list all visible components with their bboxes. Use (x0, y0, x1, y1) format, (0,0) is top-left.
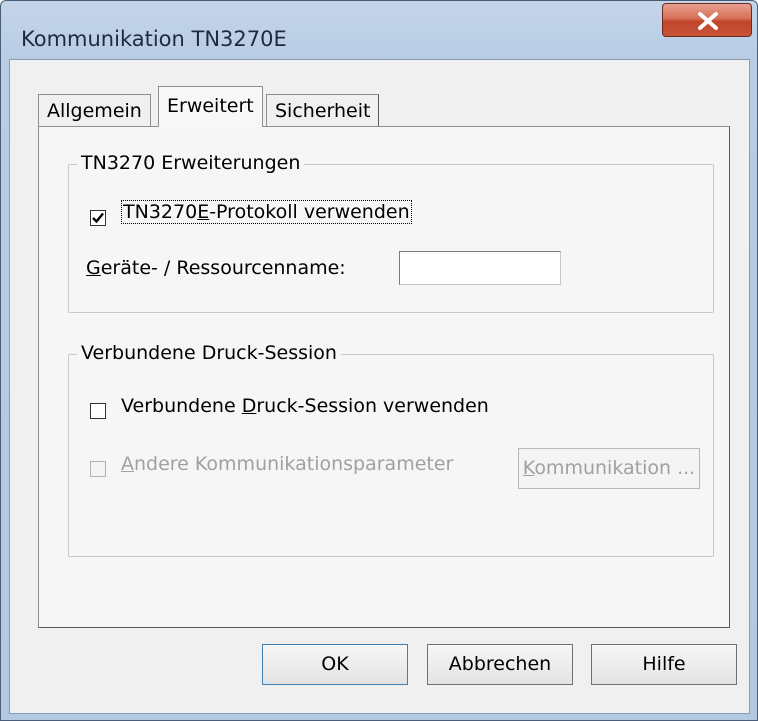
group-print-session: Verbundene Druck-Session Verbundene Druc… (68, 342, 714, 557)
tab-allgemein[interactable]: Allgemein (38, 94, 151, 126)
use-print-session-checkbox[interactable] (90, 403, 106, 419)
other-params-label-post: ndere Kommunikationsparameter (134, 453, 454, 475)
other-comm-params-checkbox[interactable] (90, 461, 106, 477)
focus-rectangle: TN3270E-Protokoll verwenden (121, 200, 412, 224)
help-button[interactable]: Hilfe (591, 644, 737, 685)
dialog-window: Kommunikation TN3270E Allgemein Erweiter… (0, 0, 758, 721)
window-title: Kommunikation TN3270E (21, 27, 287, 51)
group-tn3270-extensions-legend: TN3270 Erweiterungen (77, 152, 305, 174)
resource-label-post: eräte- / Ressourcenname: (100, 257, 346, 279)
resource-name-input[interactable] (399, 251, 561, 285)
use-print-session-label[interactable]: Verbundene Druck-Session verwenden (121, 395, 489, 417)
close-button[interactable] (662, 3, 752, 37)
group-tn3270-extensions: TN3270 Erweiterungen TN3270E-Protokoll v… (68, 152, 714, 313)
checkmark-icon (92, 212, 104, 224)
tab-erweitert[interactable]: Erweitert (158, 86, 263, 127)
tab-erweitert-label: Erweitert (167, 95, 254, 117)
other-params-label-mnemonic: A (121, 453, 134, 475)
cancel-button[interactable]: Abbrechen (427, 644, 573, 685)
use-print-label-post: ruck-Session verwenden (256, 395, 489, 417)
use-print-label-pre: Verbundene (121, 395, 242, 417)
tab-allgemein-label: Allgemein (47, 100, 142, 122)
comm-button-mnemonic: K (522, 457, 535, 479)
tn3270e-label-post: -Protokoll verwenden (209, 201, 410, 223)
title-bar[interactable]: Kommunikation TN3270E (1, 1, 757, 59)
tn3270e-protocol-checkbox[interactable] (90, 210, 106, 226)
ok-button-label: OK (321, 653, 349, 675)
other-comm-params-label[interactable]: Andere Kommunikationsparameter (121, 453, 453, 475)
resource-name-label: Geräte- / Ressourcenname: (86, 257, 346, 279)
close-icon (698, 12, 718, 30)
group-print-session-legend: Verbundene Druck-Session (77, 342, 341, 364)
help-button-label: Hilfe (642, 653, 686, 675)
tn3270e-protocol-label[interactable]: TN3270E-Protokoll verwenden (121, 200, 412, 224)
dialog-client-area: Allgemein Erweitert Sicherheit TN3270 Er… (9, 59, 750, 714)
cancel-button-label: Abbrechen (448, 653, 552, 675)
tn3270e-label-mnemonic: E (197, 201, 210, 223)
tab-sicherheit[interactable]: Sicherheit (266, 94, 380, 126)
tab-sicherheit-label: Sicherheit (275, 100, 371, 122)
tn3270e-label-pre: TN3270 (123, 201, 198, 223)
use-print-label-mnemonic: D (241, 395, 257, 417)
ok-button[interactable]: OK (262, 644, 408, 685)
communication-button[interactable]: Kommunikation ... (518, 448, 700, 489)
tab-panel-erweitert: TN3270 Erweiterungen TN3270E-Protokoll v… (38, 126, 730, 628)
comm-button-label-post: ommunikation ... (534, 457, 696, 479)
resource-label-mnemonic: G (86, 257, 101, 279)
